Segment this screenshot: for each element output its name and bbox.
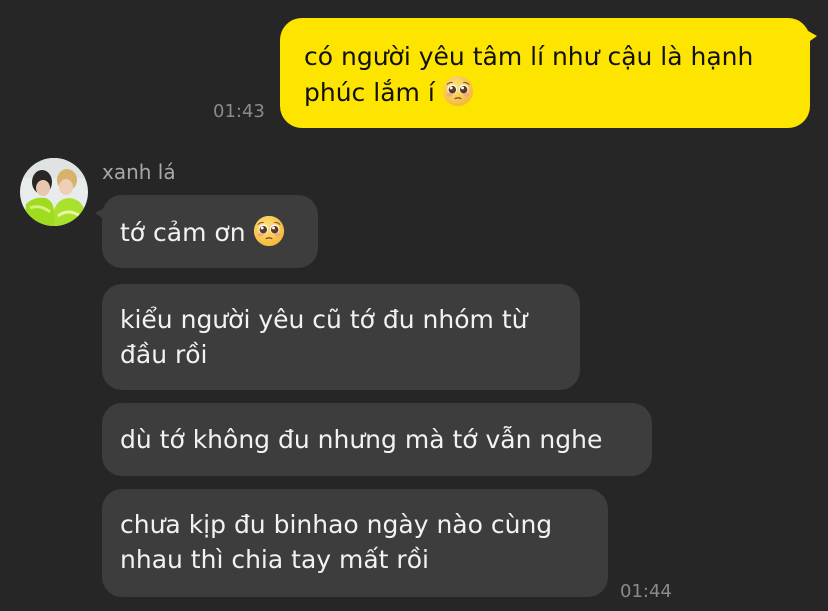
message-line: có người yêu tâm lí như cậu là hạnh xyxy=(304,42,754,71)
pleading-face-icon xyxy=(442,75,473,107)
message-line: phúc lắm í xyxy=(304,74,786,110)
message-line: chưa kịp đu binhao ngày nào cùng xyxy=(120,510,553,539)
message-text: tớ cảm ơn xyxy=(120,218,246,247)
message-line: đầu rồi xyxy=(120,340,208,369)
avatar[interactable] xyxy=(20,158,88,226)
message-line: tớ cảm ơn xyxy=(120,214,300,250)
message-line: dù tớ không đu nhưng mà tớ vẫn nghe xyxy=(120,425,603,454)
message-line: nhau thì chia tay mất rồi xyxy=(120,545,429,574)
incoming-message-bubble[interactable]: chưa kịp đu binhao ngày nào cùng nhau th… xyxy=(102,489,608,597)
incoming-message-bubble[interactable]: tớ cảm ơn xyxy=(95,195,318,268)
incoming-message-bubble[interactable]: kiểu người yêu cũ tớ đu nhóm từ đầu rồi xyxy=(102,284,580,390)
avatar-image xyxy=(20,158,88,226)
pleading-face-icon xyxy=(253,215,284,247)
message-text: phúc lắm í xyxy=(304,78,435,107)
chat-window: có người yêu tâm lí như cậu là hạnh phúc… xyxy=(0,0,828,611)
sender-name: xanh lá xyxy=(102,160,176,184)
message-line: kiểu người yêu cũ tớ đu nhóm từ xyxy=(120,305,528,334)
incoming-message-bubble[interactable]: dù tớ không đu nhưng mà tớ vẫn nghe xyxy=(102,403,652,476)
message-timestamp: 01:43 xyxy=(213,101,265,122)
outgoing-message-bubble[interactable]: có người yêu tâm lí như cậu là hạnh phúc… xyxy=(280,18,817,128)
message-timestamp: 01:44 xyxy=(620,581,672,602)
